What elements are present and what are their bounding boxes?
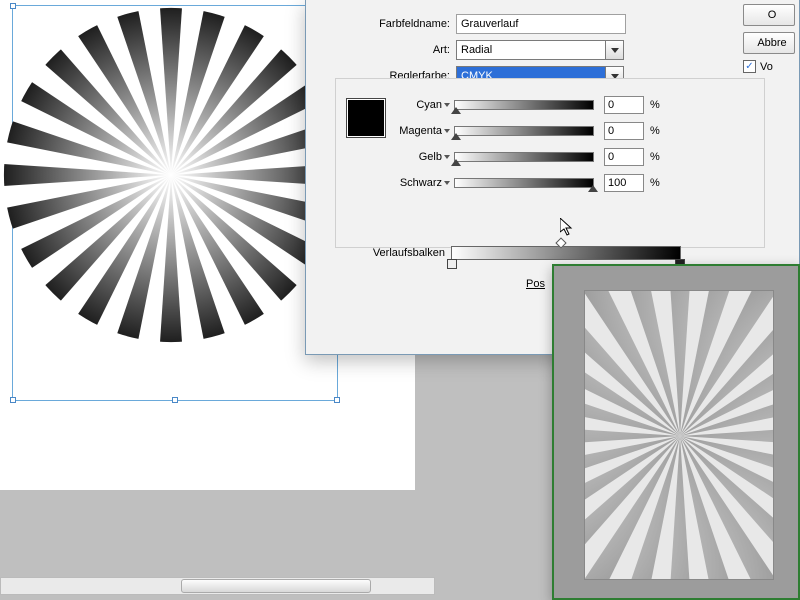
gelb-slider[interactable] (454, 152, 594, 162)
slider-thumb[interactable] (451, 107, 461, 114)
unit: % (650, 125, 660, 137)
slider-thumb[interactable] (588, 185, 598, 192)
current-color-swatch[interactable] (346, 98, 386, 138)
label-cyan: Cyan (398, 99, 454, 111)
scrollbar-thumb[interactable] (181, 579, 371, 593)
cyan-slider[interactable] (454, 100, 594, 110)
cancel-button[interactable]: Abbre (743, 32, 795, 54)
label-verlaufsbalken: Verlaufsbalken (361, 247, 451, 259)
swatch-name-input[interactable] (456, 14, 626, 34)
preview-art (584, 290, 774, 580)
handle-s[interactable] (172, 397, 178, 403)
dialog-button-column: O Abbre ✓ Vo (743, 4, 795, 73)
chevron-down-icon (611, 48, 619, 53)
slider-thumb[interactable] (451, 159, 461, 166)
handle-sw[interactable] (10, 397, 16, 403)
unit: % (650, 177, 660, 189)
preview-checkbox[interactable]: ✓ Vo (743, 60, 795, 73)
label-magenta: Magenta (398, 125, 454, 137)
label-farbfeldname: Farbfeldname: (326, 18, 456, 30)
gradient-ramp[interactable] (451, 246, 681, 260)
horizontal-scrollbar[interactable] (0, 577, 435, 595)
slider-thumb[interactable] (451, 133, 461, 140)
schwarz-slider[interactable] (454, 178, 594, 188)
handle-se[interactable] (334, 397, 340, 403)
schwarz-value[interactable] (604, 174, 644, 192)
menu-icon (444, 155, 450, 159)
menu-icon (444, 129, 450, 133)
preview-panel[interactable] (552, 264, 800, 600)
label-art: Art: (326, 44, 456, 56)
ok-button[interactable]: O (743, 4, 795, 26)
label-gelb: Gelb (398, 151, 454, 163)
cmyk-sliders: Cyan % Magenta % Gelb % Schwarz (398, 92, 660, 196)
unit: % (650, 151, 660, 163)
magenta-slider[interactable] (454, 126, 594, 136)
gelb-value[interactable] (604, 148, 644, 166)
menu-icon (444, 103, 450, 107)
magenta-value[interactable] (604, 122, 644, 140)
type-dropdown-btn[interactable] (606, 40, 624, 60)
preview-label: Vo (760, 61, 773, 73)
type-dropdown[interactable]: Radial (456, 40, 606, 60)
label-schwarz: Schwarz (398, 177, 454, 189)
cyan-value[interactable] (604, 96, 644, 114)
checkbox-icon: ✓ (743, 60, 756, 73)
sunburst-art[interactable] (1, 0, 341, 350)
gradient-stop-left[interactable] (447, 259, 457, 269)
menu-icon (444, 181, 450, 185)
unit: % (650, 99, 660, 111)
